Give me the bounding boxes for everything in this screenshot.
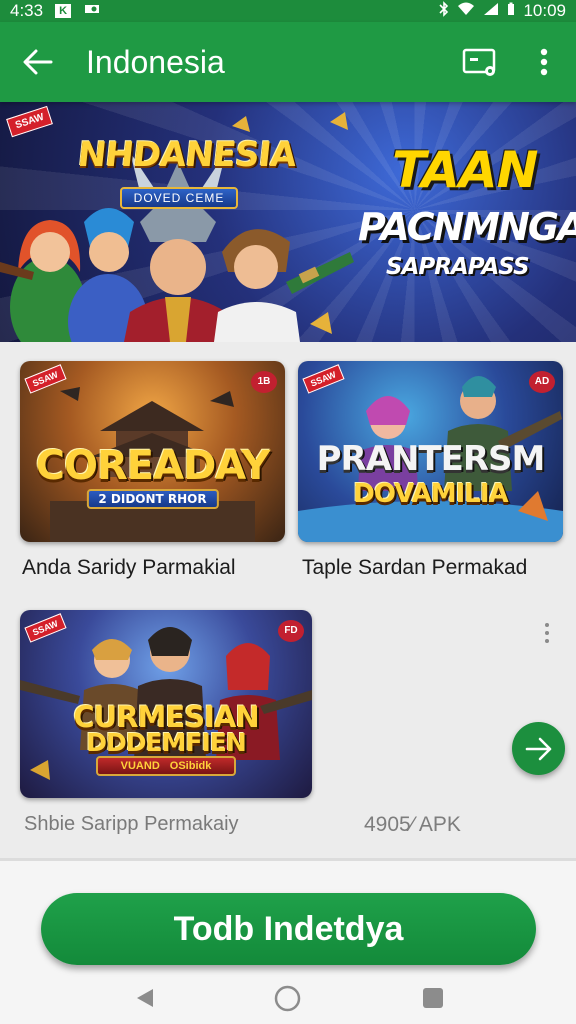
game-tag-1: VUAND (120, 760, 160, 772)
back-button[interactable] (0, 22, 76, 102)
hero-banner[interactable]: SSAW NHDANESIA DOVED CEME TAAN PACNMNGA … (0, 102, 576, 342)
status-clock: 10:09 (523, 1, 566, 20)
game-card-1[interactable]: SSAW 1B COREADAY 2 DIDONT RHOR Anda Sari… (20, 361, 285, 591)
hero-logo-plate: DOVED CEME (120, 187, 238, 209)
more-vert-icon (540, 48, 548, 76)
game-title-art: PRANTERSM (316, 439, 546, 479)
dot-2 (545, 631, 549, 635)
game-card-2[interactable]: SSAW AD PRANTERSM DOVAMILIA Taple Sardan… (298, 361, 563, 591)
status-bar: 4:33 K 10:09 (0, 0, 576, 22)
signal-icon (483, 1, 499, 21)
dot-1 (545, 623, 549, 627)
page-title: Indonesia (86, 43, 225, 80)
hero-title-line-1: TAAN (392, 141, 538, 199)
game-subtitle-art: DDDEMFIEN (86, 728, 247, 757)
game-tag-2: OSibidk (169, 760, 212, 772)
screen-share-button[interactable] (448, 22, 512, 102)
game-label: Shbie Saripp Permakaiy (24, 813, 239, 835)
game-thumbnail: SSAW AD PRANTERSM DOVAMILIA (298, 361, 563, 542)
game-subtitle-art: DOVAMILIA (353, 479, 508, 509)
game-thumbnail: SSAW 1B COREADAY 2 DIDONT RHOR (20, 361, 285, 542)
game-label: Taple Sardan Permakad (302, 556, 528, 579)
square-recents-icon (423, 988, 443, 1008)
dot-3 (545, 639, 549, 643)
hero-title-line-2: PACNMNGA (358, 205, 576, 249)
game-corner-tag: AD (529, 371, 555, 393)
nav-recents-button[interactable] (422, 987, 444, 1014)
game-title-art: COREADAY (35, 443, 271, 489)
game-thumbnail: SSAW FD CURMESIAN DDDEMFIEN VUAND OSibid… (20, 610, 312, 798)
nav-back-button[interactable] (135, 987, 155, 1014)
hero-text-group: NHDANESIA DOVED CEME TAAN PACNMNGA SAPRA… (0, 102, 576, 342)
battery-icon (507, 1, 515, 21)
game-card-3[interactable]: SSAW FD CURMESIAN DDDEMFIEN VUAND OSibid… (20, 610, 312, 840)
game-label: Anda Saridy Parmakial (22, 556, 236, 579)
overflow-menu-button[interactable] (512, 22, 576, 102)
hero-logo-text: NHDANESIA (75, 135, 298, 175)
game-tag-bar: VUAND OSibidk (96, 756, 236, 776)
bluetooth-icon (439, 0, 449, 22)
game-corner-tag: 1B (251, 371, 277, 393)
app-bar: Indonesia (0, 22, 576, 102)
arrow-right-icon (525, 737, 551, 760)
notification-cast-icon (83, 1, 101, 21)
game-subtitle-art: 2 DIDONT RHOR (86, 489, 219, 509)
apk-size-label: 4905⁄ APK (364, 813, 461, 836)
wifi-icon (457, 1, 475, 21)
game-corner-tag: FD (278, 620, 304, 642)
next-fab-button[interactable] (512, 722, 565, 775)
system-nav-bar (0, 972, 576, 1024)
card-overflow-button[interactable] (536, 620, 558, 646)
screen-share-icon (462, 48, 496, 76)
triangle-back-icon (137, 989, 153, 1007)
game-grid: SSAW 1B COREADAY 2 DIDONT RHOR Anda Sari… (0, 342, 576, 858)
arrow-left-icon (23, 49, 53, 75)
hero-title-line-3: SAPRAPASS (386, 254, 530, 280)
status-time: 4:33 (10, 1, 44, 20)
notification-app-icon: K (55, 4, 72, 18)
circle-home-icon (274, 985, 301, 1012)
install-button[interactable]: Todb Indetdya (41, 893, 536, 965)
nav-home-button[interactable] (274, 985, 301, 1017)
